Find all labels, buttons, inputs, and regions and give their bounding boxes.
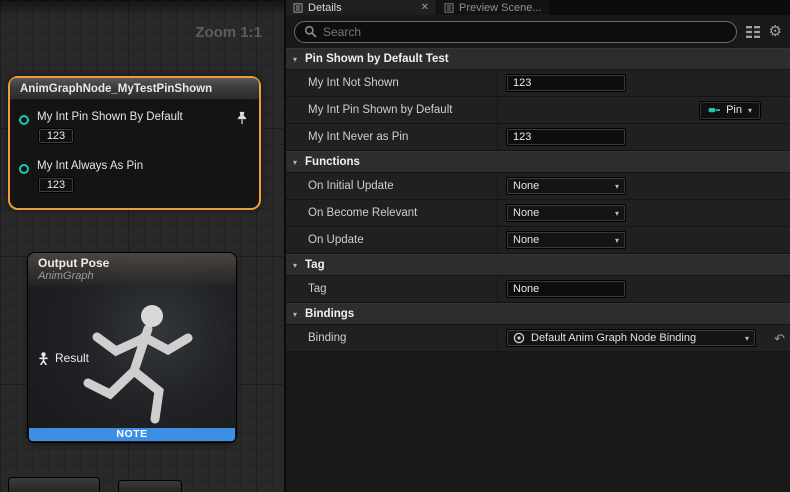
function-dropdown[interactable]: None ▾	[506, 177, 626, 195]
tab-label: Preview Scene...	[459, 2, 542, 14]
distant-graph-node[interactable]	[118, 480, 182, 492]
zoom-indicator: Zoom 1:1	[195, 24, 262, 41]
unreal-editor-window: Zoom 1:1 AnimGraphNode_MyTestPinShown My…	[0, 0, 790, 492]
tab-label: Details	[308, 2, 342, 14]
property-row-on-update: On Update None ▾	[286, 227, 790, 254]
result-pin[interactable]: Result	[38, 351, 89, 365]
search-input[interactable]	[323, 25, 727, 39]
chevron-down-icon: ▾	[293, 310, 297, 319]
property-label: Binding	[286, 325, 498, 351]
chevron-down-icon: ▾	[293, 55, 297, 64]
note-banner[interactable]: NOTE	[29, 428, 235, 441]
search-box[interactable]	[294, 21, 737, 43]
node-title: Output Pose	[38, 256, 226, 270]
property-label: On Become Relevant	[286, 200, 498, 226]
reset-to-default-icon[interactable]: ↶	[774, 332, 785, 345]
property-row-my-int-pin-shown-by-default: My Int Pin Shown by Default Pin ▾	[286, 97, 790, 124]
property-row-on-become-relevant: On Become Relevant None ▾	[286, 200, 790, 227]
view-options-icon[interactable]	[746, 26, 760, 38]
distant-graph-node[interactable]	[8, 477, 100, 492]
property-label: Tag	[286, 276, 498, 302]
chevron-down-icon: ▾	[615, 182, 619, 191]
chevron-down-icon: ▾	[615, 236, 619, 245]
int-value-input[interactable]: 123	[506, 74, 626, 92]
section-header-tag[interactable]: ▾ Tag	[286, 254, 790, 276]
chevron-down-icon: ▾	[615, 209, 619, 218]
section-header-bindings[interactable]: ▾ Bindings	[286, 303, 790, 325]
section-header-functions[interactable]: ▾ Functions	[286, 151, 790, 173]
chevron-down-icon: ▾	[293, 261, 297, 270]
section-header-pin-shown-by-default-test[interactable]: ▾ Pin Shown by Default Test	[286, 48, 790, 70]
property-row-my-int-never-as-pin: My Int Never as Pin 123	[286, 124, 790, 151]
pin-value-input[interactable]: 123	[38, 128, 74, 144]
anim-graph-canvas[interactable]: Zoom 1:1 AnimGraphNode_MyTestPinShown My…	[0, 0, 284, 492]
pin-value-input[interactable]: 123	[38, 177, 74, 193]
property-row-tag: Tag None	[286, 276, 790, 303]
binding-icon	[513, 332, 525, 344]
gear-icon[interactable]: ⚙	[769, 24, 782, 39]
property-row-my-int-not-shown: My Int Not Shown 123	[286, 70, 790, 97]
graph-node-output-pose[interactable]: Output Pose AnimGraph Result	[28, 253, 236, 442]
graph-node-test-pin-shown[interactable]: AnimGraphNode_MyTestPinShown My Int Pin …	[8, 76, 261, 210]
node-subtitle: AnimGraph	[38, 270, 226, 282]
property-label: My Int Not Shown	[286, 70, 498, 96]
property-label: My Int Pin Shown by Default	[286, 97, 498, 123]
pin-label: My Int Pin Shown By Default	[37, 111, 183, 123]
close-icon[interactable]: ✕	[421, 3, 429, 13]
details-tab-icon	[293, 3, 303, 13]
property-row-on-initial-update: On Initial Update None ▾	[286, 173, 790, 200]
binding-dropdown[interactable]: Default Anim Graph Node Binding ▾	[506, 329, 756, 347]
tab-preview-scene[interactable]: Preview Scene...	[437, 0, 549, 15]
property-label: My Int Never as Pin	[286, 124, 498, 150]
node-header[interactable]: Output Pose AnimGraph	[28, 253, 236, 286]
chevron-down-icon: ▾	[745, 334, 749, 343]
function-dropdown[interactable]: None ▾	[506, 231, 626, 249]
pin-icon	[708, 105, 720, 115]
pin-label: My Int Always As Pin	[37, 160, 143, 172]
chevron-down-icon: ▾	[748, 106, 752, 115]
details-toolbar: ⚙	[286, 15, 790, 48]
tab-details[interactable]: Details ✕	[286, 0, 436, 15]
tag-input[interactable]: None	[506, 280, 626, 298]
graph-top-shade	[0, 0, 284, 16]
result-pin-label: Result	[55, 351, 89, 365]
function-dropdown[interactable]: None ▾	[506, 204, 626, 222]
details-panel: Details ✕ Preview Scene...	[284, 0, 790, 492]
node-title[interactable]: AnimGraphNode_MyTestPinShown	[10, 78, 259, 100]
pose-person-icon	[38, 352, 49, 365]
preview-scene-tab-icon	[444, 3, 454, 13]
int-value-input[interactable]: 123	[506, 128, 626, 146]
property-row-binding: Binding Default Anim Graph Node Binding …	[286, 325, 790, 352]
panel-tabbar: Details ✕ Preview Scene...	[286, 0, 790, 15]
int-pin-icon[interactable]	[18, 114, 30, 126]
property-label: On Update	[286, 227, 498, 253]
pin-toggle-button[interactable]: Pin ▾	[699, 101, 761, 120]
search-icon	[304, 25, 317, 38]
property-label: On Initial Update	[286, 173, 498, 199]
chevron-down-icon: ▾	[293, 158, 297, 167]
pin-visibility-thumbtack-icon[interactable]	[236, 111, 248, 125]
int-pin-icon[interactable]	[18, 163, 30, 175]
